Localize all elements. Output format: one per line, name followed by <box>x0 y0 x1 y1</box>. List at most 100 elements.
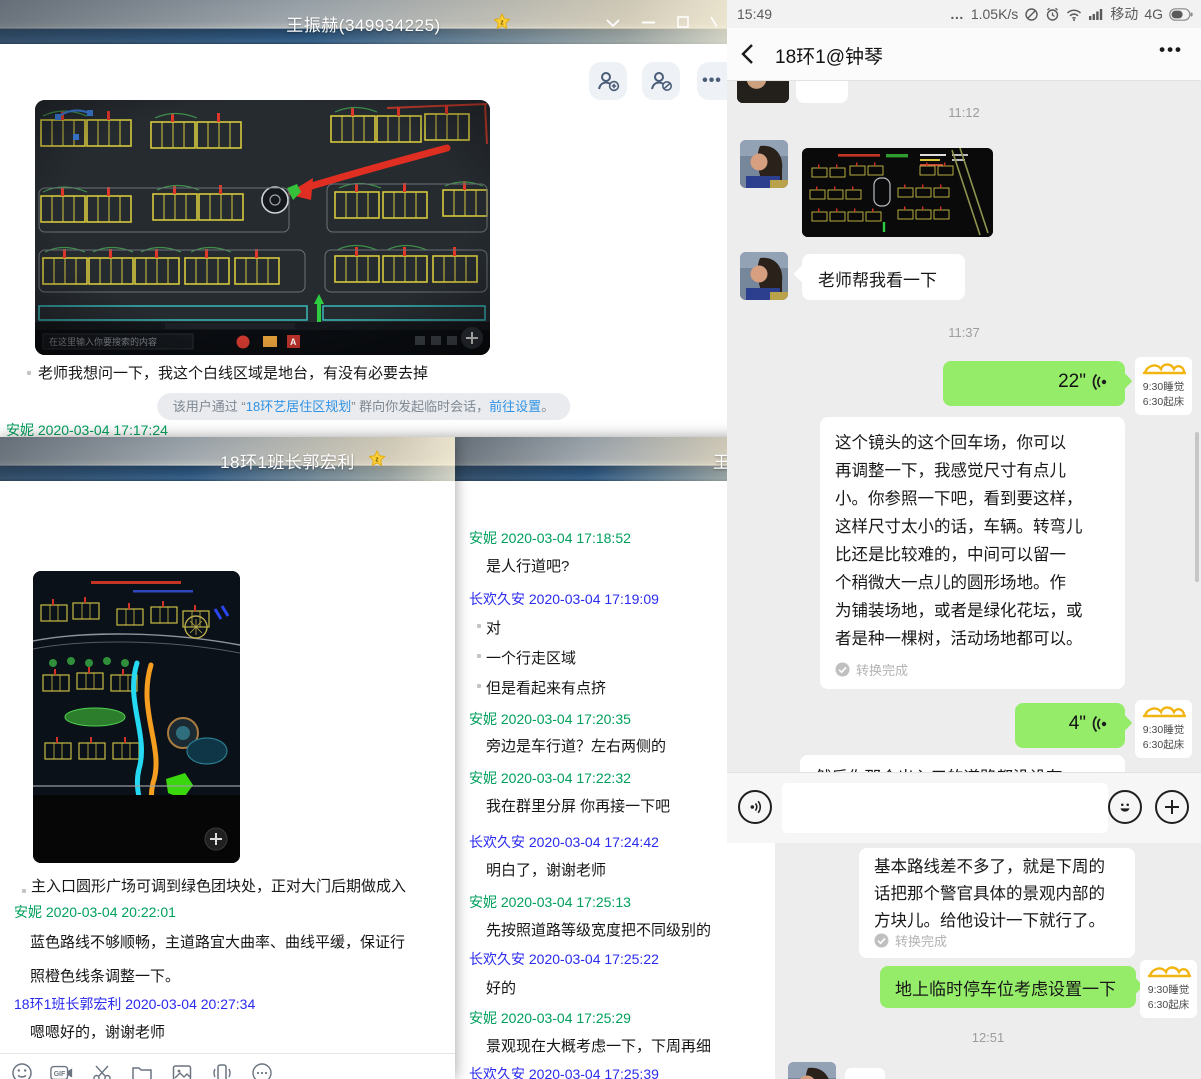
phone-scrollbar[interactable] <box>1195 432 1199 582</box>
sender-timestamp: 安妮 2020-03-04 17:25:29 <box>469 1008 631 1028</box>
send-image-button[interactable] <box>170 1061 194 1079</box>
more-tools-button[interactable] <box>250 1061 274 1079</box>
sticker-line-2: 6:30起床 <box>1135 738 1192 753</box>
chat-message: 照橙色线条调整一下。 <box>30 965 180 986</box>
qq-window-wangzhenhe: 王振赫(349934225) z <box>0 0 727 481</box>
svg-text:z: z <box>375 457 379 464</box>
temp-session-notice: 该用户通过 “18环艺居住区规划” 群向你发起临时会话，前往设置。 <box>157 393 570 420</box>
status-time: 15:49 <box>727 6 772 22</box>
cad-image-message[interactable] <box>802 148 993 237</box>
file-folder-button[interactable] <box>130 1061 154 1079</box>
convert-done-label: 转换完成 <box>895 931 947 950</box>
voice-mode-icon <box>747 799 763 815</box>
wechat-phone-screenshot-top: 15:49 … 1.05K/s 移动 4G 18环1@钟琴 ••• 11:12 <box>727 0 1201 843</box>
outgoing-voice-bubble[interactable]: 22" <box>943 361 1125 406</box>
sender-timestamp: 安妮 2020-03-04 17:18:52 <box>469 528 631 548</box>
outgoing-voice-bubble[interactable]: 4" <box>1015 703 1125 748</box>
wechat-phone-screenshot-bottom: 基本路线差不多了，就是下周的 话把那个警官具体的景观内部的 方块儿。给他设计一下… <box>775 843 1201 1079</box>
outgoing-text-bubble[interactable]: 地上临时停车位考虑设置一下 <box>880 966 1136 1008</box>
window-title: 18环1班长郭宏利 <box>60 448 455 473</box>
sender-timestamp: 安妮 2020-03-04 17:20:35 <box>469 709 631 729</box>
chat-message: 但是看起来有点挤 <box>486 677 606 698</box>
sticker-line-2: 6:30起床 <box>1135 395 1192 410</box>
more-actions-button[interactable]: ••• <box>697 62 727 100</box>
sender-timestamp: 长欢久安 2020-03-04 17:25:22 <box>469 949 659 969</box>
notification-dots: … <box>950 6 965 22</box>
emoji-button[interactable] <box>10 1061 34 1079</box>
window-shake-button[interactable] <box>210 1061 234 1079</box>
message-text: 地上临时停车位考虑设置一下 <box>895 975 1116 1000</box>
sticker-line-2: 6:30起床 <box>1140 998 1197 1013</box>
cad-plan-photo-message[interactable]: 在这里输入你要搜索的内容 A <box>35 100 490 355</box>
site-plan-image-message[interactable] <box>33 571 240 863</box>
voice-duration: 4" <box>1069 713 1086 735</box>
bubble-partial <box>796 81 848 103</box>
convert-done-label: 转换完成 <box>856 660 908 679</box>
toolbar-divider <box>0 1053 455 1054</box>
chat-message: 好的 <box>486 977 516 998</box>
qq-star-badge-icon: z <box>493 13 511 31</box>
sender-timestamp: 长欢久安 2020-03-04 17:24:42 <box>469 832 659 852</box>
crown-doodle-icon <box>1146 964 1192 978</box>
cad-plan-thumbnail <box>802 148 993 237</box>
back-chevron-icon[interactable] <box>741 43 754 65</box>
sticker-line-1: 9:30睡觉 <box>1135 380 1192 395</box>
minimize-button[interactable] <box>642 21 655 24</box>
window-titlebar: 王振赫(349934225) z <box>0 0 727 44</box>
notice-middle: ” 群向你发起临时会话， <box>351 399 489 414</box>
chat-message: 我在群里分屏 你再接一下吧 <box>486 795 670 816</box>
person-block-icon <box>649 69 673 93</box>
collapse-chevron-button[interactable] <box>606 18 620 27</box>
voice-transcription-bubble[interactable]: 基本路线差不多了，就是下周的 话把那个警官具体的景观内部的 方块儿。给他设计一下… <box>859 848 1135 958</box>
battery-icon <box>1169 8 1193 21</box>
chat-message: 嗯嗯好的，谢谢老师 <box>30 1021 165 1042</box>
chat-message: 景观现在大概考虑一下，下周再细 <box>486 1035 711 1056</box>
sleep-schedule-sticker[interactable]: 9:30睡觉 6:30起床 <box>1140 960 1197 1018</box>
goto-settings-link[interactable]: 前往设置 <box>489 399 541 414</box>
chat-message: 是人行道吧? <box>486 555 569 576</box>
avatar-partial[interactable] <box>788 1062 836 1079</box>
sender-timestamp: 安妮 2020-03-04 17:25:13 <box>469 892 631 912</box>
chat-title: 18环1@钟琴 <box>775 42 883 69</box>
gif-hotimage-button[interactable]: GIF <box>50 1061 74 1079</box>
voice-duration: 22" <box>1058 371 1086 393</box>
window-titlebar: 18环1班长郭宏利 z <box>0 437 455 481</box>
transcription-text: 基本路线差不多了，就是下周的 话把那个警官具体的景观内部的 方块儿。给他设计一下… <box>874 854 1105 935</box>
notice-suffix: 。 <box>541 399 554 414</box>
crown-doodle-icon <box>1141 361 1187 375</box>
sticker-line-1: 9:30睡觉 <box>1135 723 1192 738</box>
chat-message: 老师我想问一下，我这个白线区域是地台，有没有必要去掉 <box>38 362 428 383</box>
incoming-text-bubble[interactable]: 老师帮我看一下 <box>802 254 965 300</box>
wechat-nav-bar: 18环1@钟琴 ••• <box>727 28 1201 81</box>
voice-input-button[interactable] <box>738 790 772 824</box>
time-label: 12:51 <box>775 1030 1201 1045</box>
avatar-partial[interactable] <box>737 81 789 103</box>
time-label: 11:12 <box>727 105 1201 120</box>
sender-avatar[interactable] <box>740 140 788 188</box>
member-manage-button[interactable] <box>642 62 680 100</box>
chat-message: 蓝色路线不够顺畅，主道路宜大曲率、曲线平缓，保证行 <box>30 931 405 952</box>
sleep-schedule-sticker[interactable]: 9:30睡觉 6:30起床 <box>1135 357 1192 415</box>
sleep-schedule-sticker[interactable]: 9:30睡觉 6:30起床 <box>1135 700 1192 758</box>
qq-window-guohongli: 18环1班长郭宏利 z <box>0 437 455 1079</box>
add-member-button[interactable] <box>589 62 627 100</box>
chat-content: 主入口圆形广场可调到绿色团块处，正对大门后期做成入 安妮 2020-03-04 … <box>0 481 455 1079</box>
voice-transcription-bubble[interactable]: 这个镜头的这个回车场，你可以 再调整一下，我感觉尺寸有点儿 小。你参照一下吧，看… <box>820 417 1125 689</box>
maximize-button[interactable] <box>677 16 689 28</box>
sender-avatar[interactable] <box>740 252 788 300</box>
qq-star-badge-icon: z <box>368 450 386 468</box>
emoji-picker-button[interactable] <box>1108 790 1142 824</box>
chat-more-button[interactable]: ••• <box>1159 40 1183 60</box>
group-name-link[interactable]: 18环艺居住区规划 <box>246 399 351 414</box>
close-button[interactable] <box>711 16 717 28</box>
mute-icon <box>1024 7 1039 22</box>
smiley-icon <box>1115 797 1135 817</box>
desktop-screen: 王振赫(349934225) z <box>0 0 1201 1079</box>
screenshot-scissors-button[interactable] <box>90 1061 114 1079</box>
person-add-icon <box>596 69 620 93</box>
attach-plus-button[interactable] <box>1155 790 1189 824</box>
network-speed: 1.05K/s <box>971 6 1018 22</box>
svg-text:GIF: GIF <box>54 1071 66 1078</box>
message-text-input[interactable] <box>782 783 1108 833</box>
signal-bars-icon <box>1088 8 1104 20</box>
